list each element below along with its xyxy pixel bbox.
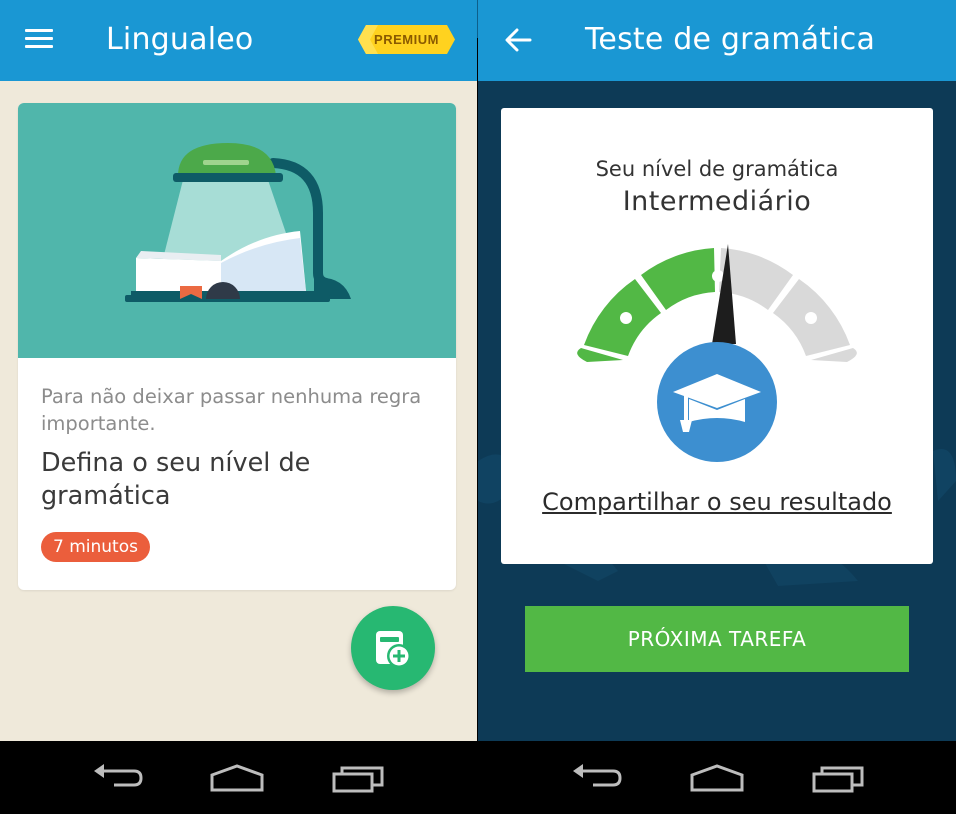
home-nav-icon[interactable] [689, 763, 745, 793]
card-title: Defina o seu nível de gramática [41, 448, 311, 511]
add-card-icon [376, 631, 411, 668]
arrow-left-icon[interactable] [504, 26, 532, 54]
card-subtitle: Para não deixar passar nenhuma regra imp… [41, 385, 422, 435]
screen-title: Teste de gramática [585, 22, 876, 57]
grammar-test-card[interactable]: Para não deixar passar nenhuma regra imp… [18, 103, 456, 590]
app-title: Lingualeo [106, 22, 254, 57]
system-nav-bar [0, 741, 477, 814]
add-card-button[interactable] [351, 606, 435, 690]
gauge-segment-2 [641, 248, 715, 310]
menu-icon[interactable] [25, 27, 53, 51]
app-bar: Teste de gramática [478, 0, 956, 81]
app-bar: Lingualeo PREMIUM [0, 0, 477, 81]
back-nav-icon[interactable] [92, 763, 144, 793]
duration-badge: 7 minutos [41, 532, 150, 562]
screen-divider [477, 0, 478, 38]
level-gauge [577, 244, 857, 462]
lamp-and-book-illustration [18, 103, 456, 358]
back-nav-icon[interactable] [571, 763, 623, 793]
system-nav-bar [478, 741, 956, 814]
lessons-screen: Lingualeo PREMIUM Para não deixar passar… [0, 0, 477, 814]
result-card: Seu nível de gramática Intermediário Com… [501, 108, 933, 564]
share-result-link[interactable]: Compartilhar o seu resultado [501, 488, 933, 516]
premium-button[interactable]: PREMIUM [358, 25, 455, 54]
next-task-button[interactable]: PRÓXIMA TAREFA [525, 606, 909, 672]
grammar-level-label: Seu nível de gramática [595, 157, 839, 181]
grammar-level-value: Intermediário [622, 186, 812, 217]
grammar-result-screen: Teste de gramática Seu nível de gramátic… [478, 0, 956, 814]
premium-label: PREMIUM [374, 32, 439, 47]
home-nav-icon[interactable] [209, 763, 265, 793]
recents-nav-icon[interactable] [812, 763, 866, 793]
recents-nav-icon[interactable] [332, 763, 386, 793]
